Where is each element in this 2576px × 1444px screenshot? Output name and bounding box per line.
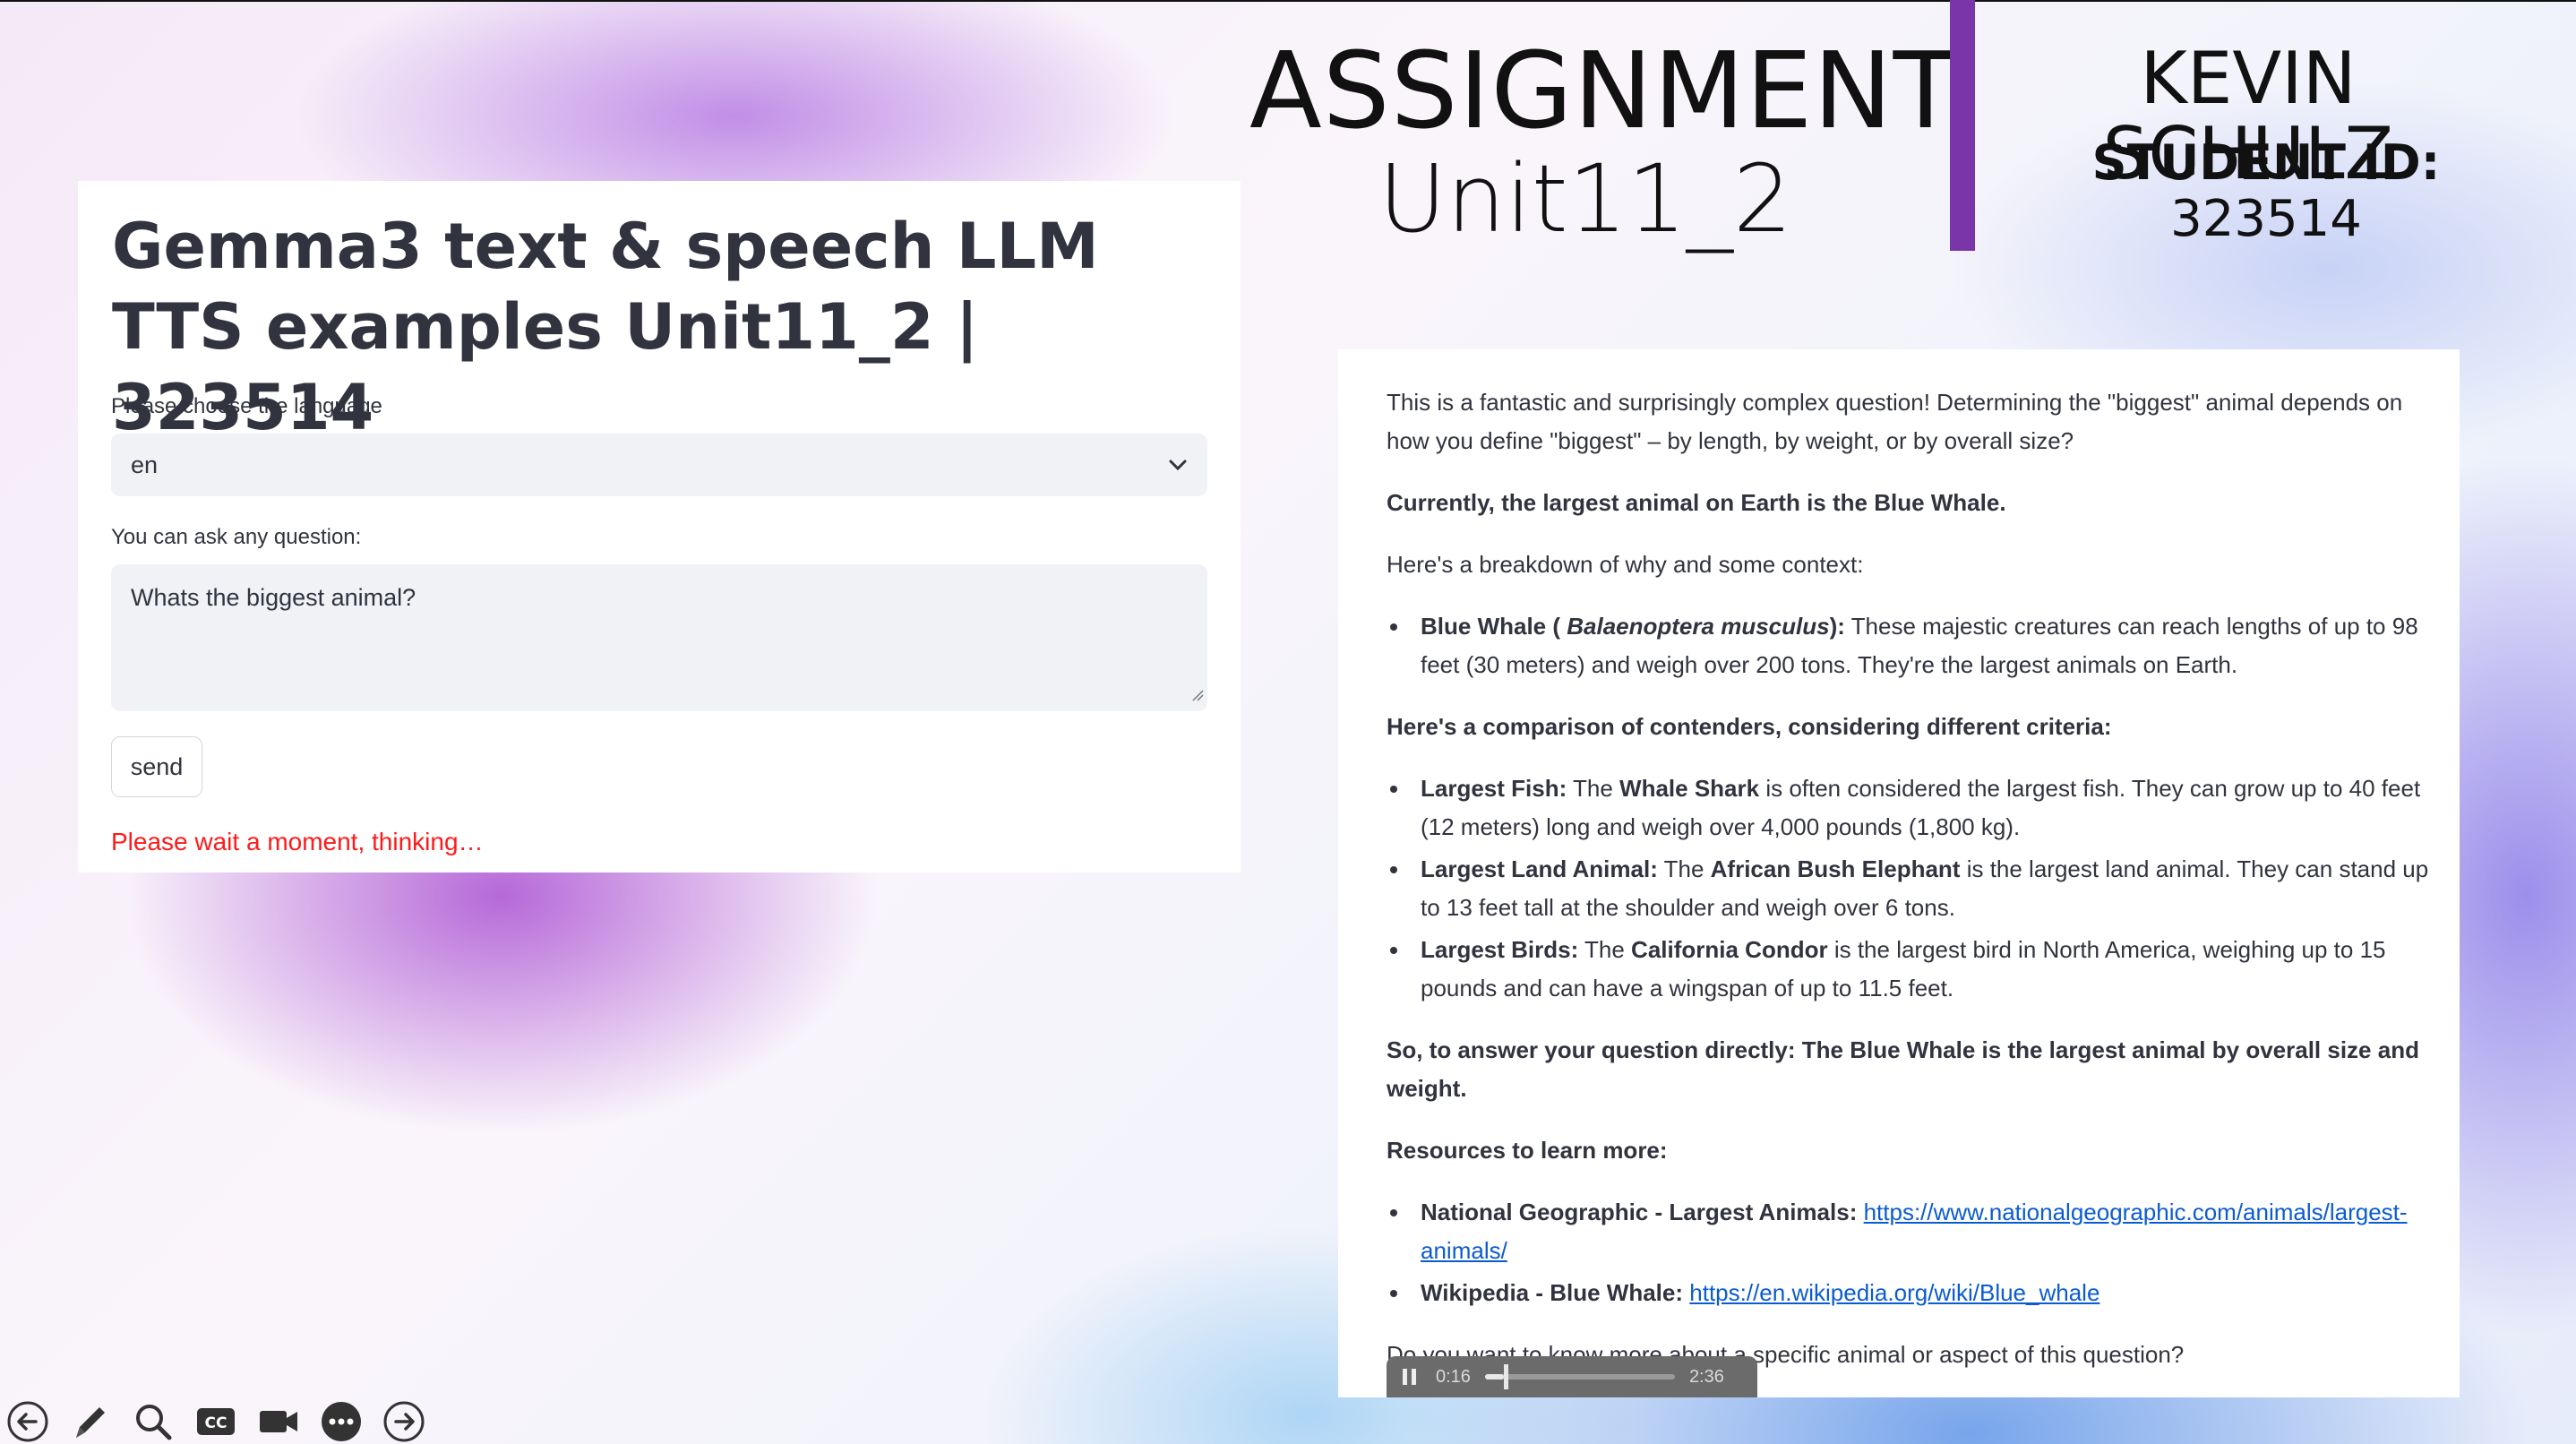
- top-border: [0, 0, 2576, 2]
- assignment-title: ASSIGNMENT: [1249, 29, 1959, 152]
- assignment-unit: Unit11_2: [1378, 144, 1793, 254]
- answer-current: Currently, the largest animal on Earth i…: [1387, 489, 2006, 516]
- student-id-value: 323514: [2170, 190, 2362, 248]
- header-divider-bar: [1950, 0, 1975, 251]
- question-label: You can ask any question:: [111, 525, 362, 549]
- more-icon[interactable]: [319, 1399, 364, 1444]
- list-item: Largest Land Animal: The African Bush El…: [1387, 850, 2433, 927]
- chevron-down-icon: [1168, 459, 1188, 471]
- resize-handle-icon[interactable]: [1191, 680, 1204, 708]
- language-select-value: en: [131, 451, 159, 478]
- whale-list: Blue Whale ( Balaenoptera musculus): The…: [1387, 607, 2433, 684]
- status-message: Please wait a moment, thinking…: [111, 828, 484, 855]
- send-button[interactable]: send: [111, 736, 202, 797]
- forward-arrow-icon[interactable]: [382, 1399, 426, 1444]
- resources-list: National Geographic - Largest Animals: h…: [1387, 1193, 2433, 1312]
- audio-seek-handle[interactable]: [1504, 1364, 1509, 1389]
- pause-icon[interactable]: [1403, 1369, 1416, 1385]
- app-panel: Gemma3 text & speech LLM TTS examples Un…: [78, 181, 1241, 872]
- pen-icon[interactable]: [68, 1399, 113, 1444]
- list-item: National Geographic - Largest Animals: h…: [1387, 1193, 2433, 1270]
- resources-heading: Resources to learn more:: [1387, 1137, 1668, 1164]
- captions-icon[interactable]: CC: [193, 1399, 238, 1444]
- question-input[interactable]: Whats the biggest animal?: [111, 564, 1207, 711]
- list-item: Blue Whale ( Balaenoptera musculus): The…: [1387, 607, 2433, 684]
- list-item: Largest Fish: The Whale Shark is often c…: [1387, 769, 2433, 847]
- direct-answer: So, to answer your question directly: Th…: [1387, 1036, 2419, 1102]
- wikipedia-link[interactable]: https://en.wikipedia.org/wiki/Blue_whale: [1689, 1279, 2099, 1306]
- question-input-value: Whats the biggest animal?: [131, 584, 416, 611]
- presentation-toolbar: CC: [5, 1399, 426, 1444]
- language-label: Please choose the language: [111, 394, 382, 418]
- comparison-heading: Here's a comparison of contenders, consi…: [1387, 713, 2112, 740]
- answer-panel: This is a fantastic and surprisingly com…: [1338, 349, 2460, 1397]
- audio-current-time: 0:16: [1436, 1366, 1471, 1387]
- answer-breakdown: Here's a breakdown of why and some conte…: [1387, 551, 1864, 578]
- answer-intro: This is a fantastic and surprisingly com…: [1387, 389, 2403, 454]
- audio-player: 0:16 2:36: [1387, 1356, 1757, 1397]
- list-item: Largest Birds: The California Condor is …: [1387, 931, 2433, 1008]
- svg-text:CC: CC: [205, 1414, 228, 1432]
- audio-seek-bar[interactable]: [1484, 1364, 1675, 1389]
- comparison-list: Largest Fish: The Whale Shark is often c…: [1387, 769, 2433, 1008]
- camera-icon[interactable]: [256, 1399, 301, 1444]
- zoom-icon[interactable]: [131, 1399, 176, 1444]
- list-item: Wikipedia - Blue Whale: https://en.wikip…: [1387, 1274, 2433, 1312]
- audio-progress-fill: [1484, 1374, 1505, 1380]
- student-id-label: STUDENT ID:: [2091, 134, 2441, 191]
- language-select[interactable]: en: [111, 434, 1207, 496]
- back-arrow-icon[interactable]: [5, 1399, 50, 1444]
- audio-duration: 2:36: [1688, 1366, 1724, 1387]
